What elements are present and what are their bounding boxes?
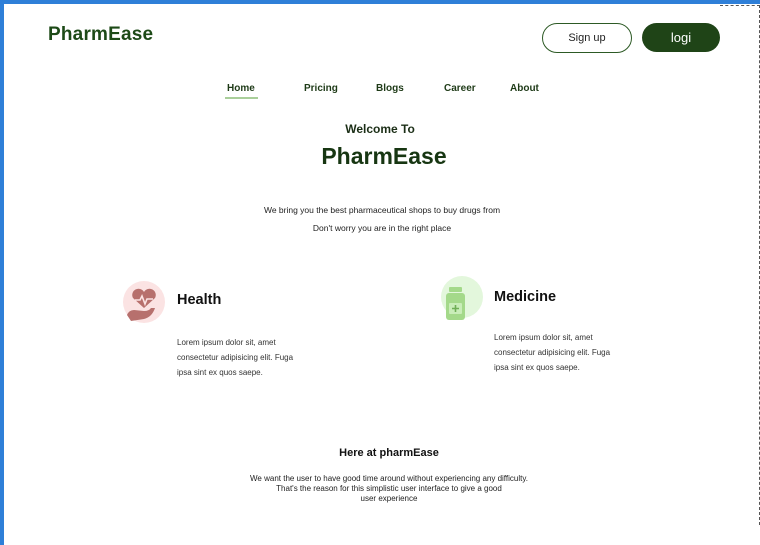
nav-item-home[interactable]: Home [227, 83, 255, 94]
feature-desc-medicine-line-1: Lorem ipsum dolor sit, amet [494, 333, 593, 342]
nav-item-pricing[interactable]: Pricing [304, 83, 338, 94]
about-section-title: Here at pharmEase [339, 447, 439, 459]
about-section-text: We want the user to have good time aroun… [0, 474, 760, 504]
feature-desc-health: Lorem ipsum dolor sit, amet consectetur … [177, 335, 347, 380]
feature-desc-medicine-line-3: ipsa sint ex quos saepe. [494, 363, 580, 372]
feature-title-health: Health [177, 292, 222, 308]
feature-desc-health-line-1: Lorem ipsum dolor sit, amet [177, 338, 276, 347]
feature-title-medicine: Medicine [494, 289, 557, 305]
about-text-line-1: We want the user to have good time aroun… [250, 474, 528, 483]
page-frame [0, 0, 760, 545]
feature-desc-health-line-2: consectetur adipisicing elit. Fuga [177, 353, 294, 362]
medicine-bottle-icon [440, 276, 484, 327]
feature-desc-health-line-3: ipsa sint ex quos saepe. [177, 368, 263, 377]
about-text-line-3: user experience [360, 494, 418, 503]
brand-logo[interactable]: PharmEase [48, 24, 153, 46]
tagline-line-1: We bring you the best pharmaceutical sho… [263, 205, 501, 215]
feature-desc-medicine-line-2: consectetur adipisicing elit. Fuga [494, 348, 611, 357]
welcome-text: Welcome To [345, 122, 415, 136]
nav-item-career[interactable]: Career [444, 83, 476, 94]
signup-button[interactable]: Sign up [542, 23, 632, 53]
hero-title: PharmEase [321, 143, 447, 169]
selection-edge-top [720, 5, 760, 7]
feature-desc-medicine: Lorem ipsum dolor sit, amet consectetur … [494, 330, 664, 375]
nav-active-underline [225, 97, 258, 99]
login-button[interactable]: logi [642, 23, 720, 52]
nav-item-about[interactable]: About [510, 83, 539, 94]
nav-item-blogs[interactable]: Blogs [376, 83, 404, 94]
heart-hand-icon [122, 281, 166, 330]
about-text-line-2: That's the reason for this simplistic us… [276, 484, 502, 493]
tagline-line-2: Don't worry you are in the right place [312, 223, 452, 233]
